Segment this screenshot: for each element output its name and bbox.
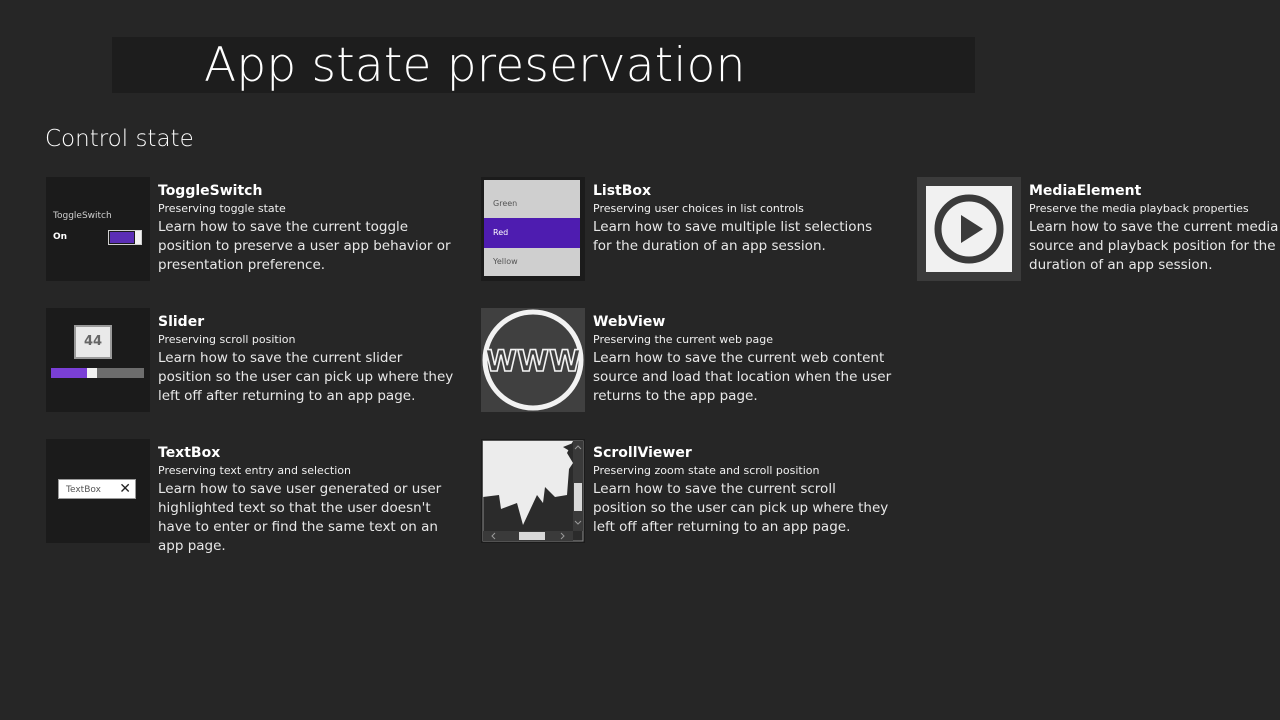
tile-scrollviewer[interactable]: ScrollViewer Preserving zoom state and s…: [481, 439, 901, 543]
tile-subtitle: Preserving scroll position: [158, 333, 296, 346]
scrollviewer-icon: [482, 440, 584, 542]
list-item: Green: [493, 199, 518, 208]
www-label: WWW: [485, 344, 581, 378]
tile-description: Learn how to save the current toggle pos…: [158, 219, 451, 273]
tile-title: MediaElement: [1029, 183, 1142, 199]
tile-title: TextBox: [158, 445, 221, 461]
media-thumb: [917, 177, 1021, 281]
tile-description: Learn how to save multiple list selectio…: [593, 219, 873, 254]
thumb-state: On: [53, 232, 68, 242]
textbox-preview: TextBox ✕: [58, 479, 136, 499]
tile-description: Learn how to save the current web conten…: [593, 350, 892, 404]
tile-mediaelement[interactable]: MediaElement Preserve the media playback…: [917, 177, 1280, 281]
section-heading: Control state: [45, 126, 194, 152]
tile-textbox[interactable]: TextBox ✕ TextBox Preserving text entry …: [46, 439, 466, 554]
tile-description: Learn how to save the current media sour…: [1029, 219, 1279, 273]
tile-title: ToggleSwitch: [158, 183, 263, 199]
tile-subtitle: Preserving the current web page: [593, 333, 773, 346]
slider-fill: [51, 368, 87, 378]
slider-track: [51, 368, 144, 378]
tile-description: Learn how to save the current slider pos…: [158, 350, 454, 404]
tile-subtitle: Preserving user choices in list controls: [593, 202, 804, 215]
slider-icon: 44: [46, 308, 150, 412]
scrollviewer-thumb: [481, 439, 585, 543]
thumb-label: ToggleSwitch: [53, 211, 112, 221]
toggle-track: [108, 230, 142, 245]
toggle-knob: [135, 231, 141, 244]
tile-title: ListBox: [593, 183, 652, 199]
media-thumb-panel: [926, 186, 1012, 272]
list-item-selected: Red: [484, 218, 580, 248]
tile-title: WebView: [593, 314, 666, 330]
play-icon: [934, 194, 1004, 264]
listbox-preview: Green Red Yellow: [484, 180, 580, 276]
tile-title: Slider: [158, 314, 205, 330]
tile-subtitle: Preserving toggle state: [158, 202, 286, 215]
toggle-switch-icon: ToggleSwitch On: [46, 177, 150, 281]
tile-slider[interactable]: 44 Slider Preserving scroll position Lea…: [46, 308, 466, 412]
slider-knob: [87, 368, 97, 378]
tile-toggleswitch[interactable]: ToggleSwitch On ToggleSwitch Preserving …: [46, 177, 466, 281]
tile-listbox[interactable]: Green Red Yellow ListBox Preserving user…: [481, 177, 901, 281]
tile-subtitle: Preserving text entry and selection: [158, 464, 351, 477]
clear-icon: ✕: [119, 481, 131, 497]
tile-description: Learn how to save user generated or user…: [158, 481, 442, 554]
tile-subtitle: Preserve the media playback properties: [1029, 202, 1249, 215]
listbox-icon: Green Red Yellow: [481, 177, 585, 281]
tile-description: Learn how to save the current scroll pos…: [593, 481, 889, 535]
webview-thumb: WWW: [481, 308, 585, 412]
tile-webview[interactable]: WWW WebView Preserving the current web p…: [481, 308, 901, 412]
toggle-fill: [110, 232, 134, 243]
textbox-value: TextBox: [66, 485, 101, 495]
slider-value: 44: [74, 325, 112, 359]
page-title: App state preservation: [204, 38, 746, 93]
tile-title: ScrollViewer: [593, 445, 692, 461]
textbox-icon: TextBox ✕: [46, 439, 150, 543]
list-item: Yellow: [493, 257, 518, 266]
globe-www-icon: WWW: [482, 309, 584, 411]
tile-subtitle: Preserving zoom state and scroll positio…: [593, 464, 820, 477]
